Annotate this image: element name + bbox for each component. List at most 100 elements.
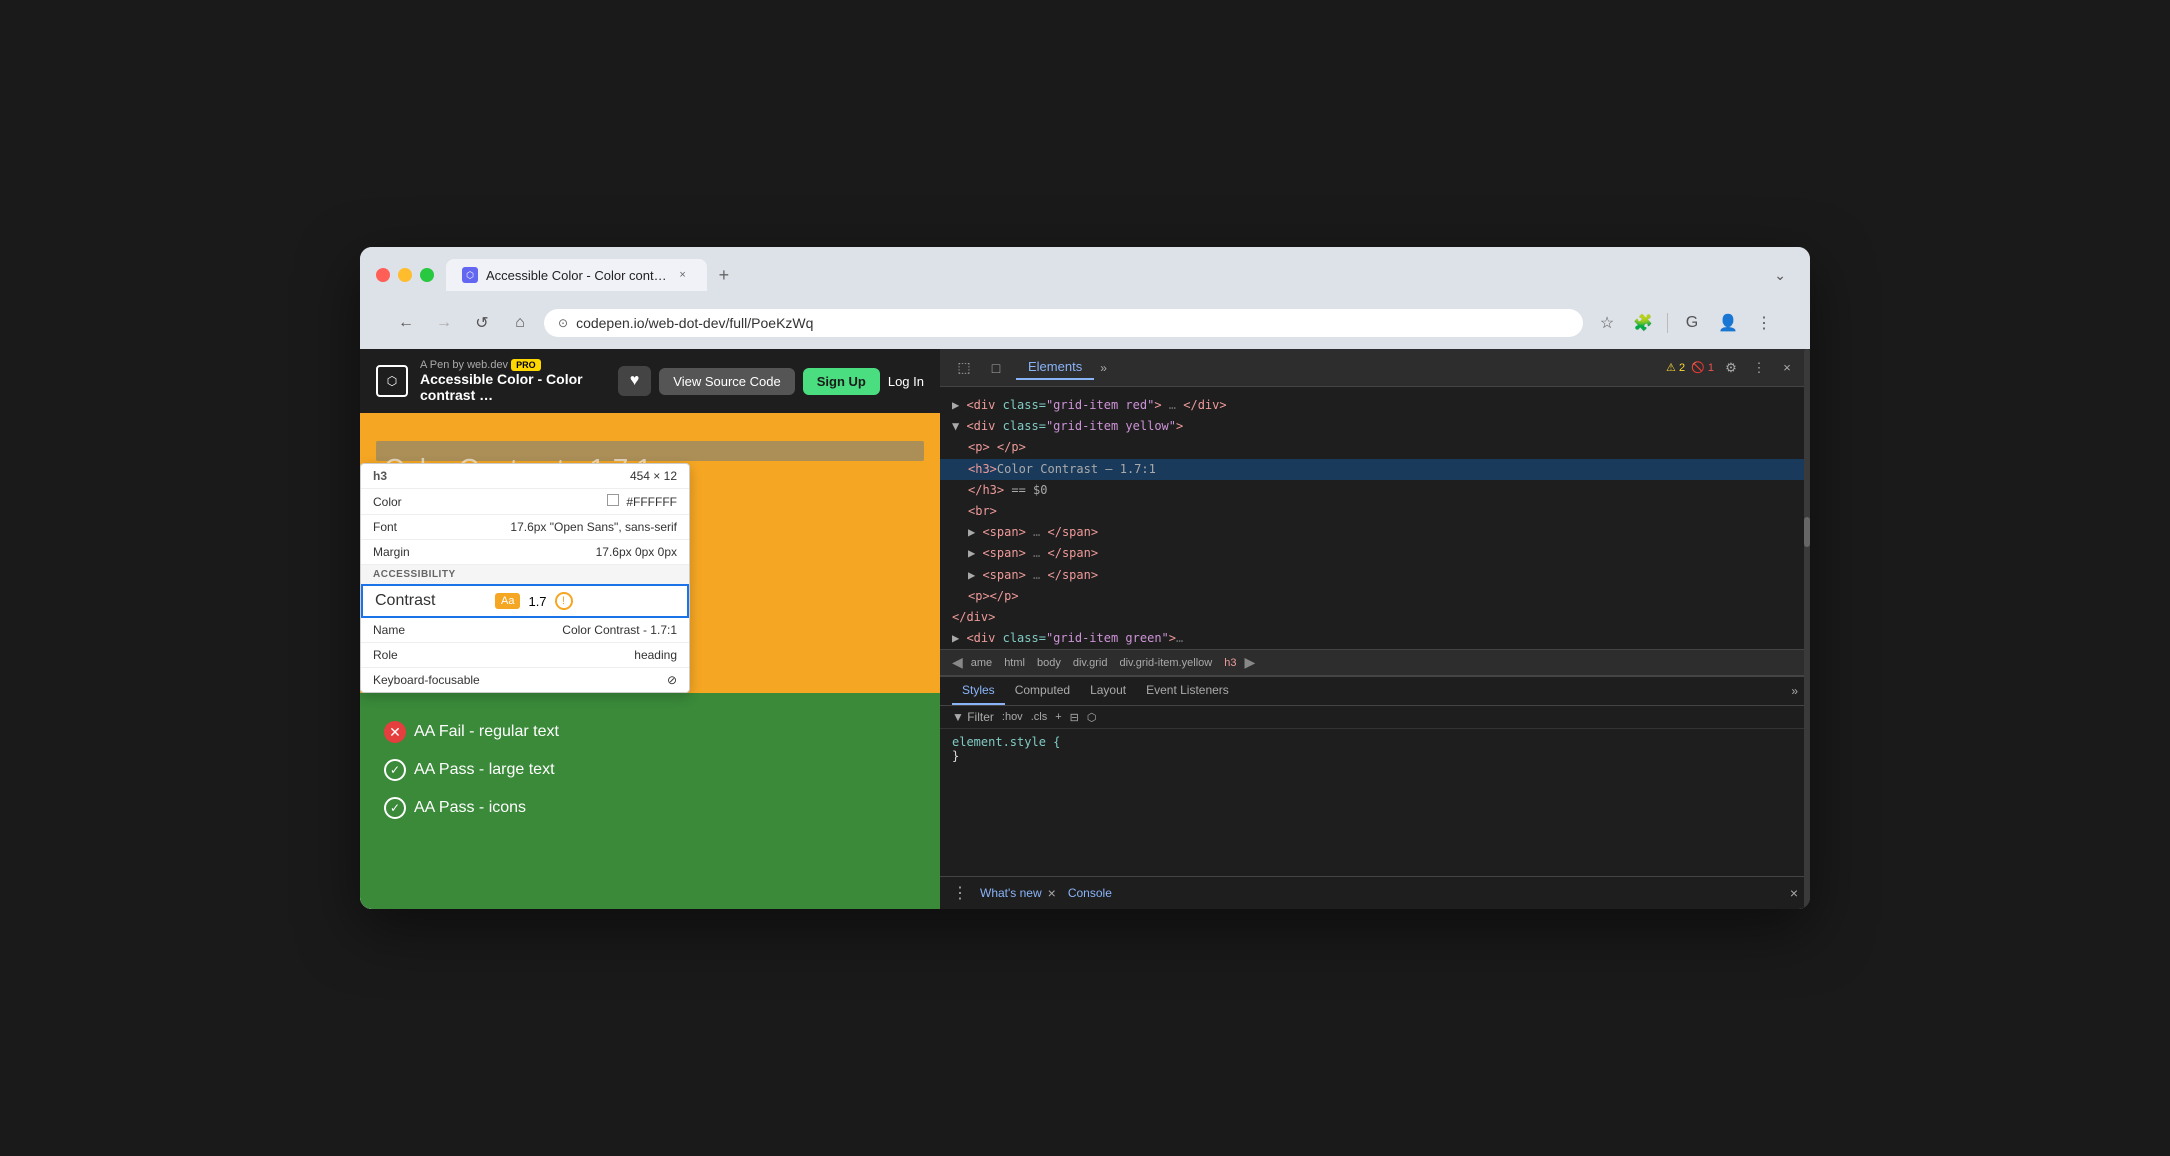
- maximize-window-button[interactable]: [420, 268, 434, 282]
- home-button[interactable]: ⌂: [506, 309, 534, 337]
- breadcrumb-div-grid[interactable]: div.grid: [1069, 656, 1112, 670]
- login-button[interactable]: Log In: [888, 374, 924, 389]
- element-style-rule: element.style {: [952, 735, 1060, 749]
- browser-menu-button[interactable]: ⋮: [1750, 309, 1778, 337]
- dom-line-10[interactable]: </div>: [940, 607, 1810, 628]
- tooltip-margin-row: Margin 17.6px 0px 0px: [361, 540, 689, 565]
- fail-item-0: ✕ AA Fail - regular text: [384, 721, 916, 743]
- styles-tab-layout[interactable]: Layout: [1080, 677, 1136, 705]
- pro-badge: PRO: [511, 359, 541, 371]
- tooltip-contrast-row: Contrast Aa 1.7 !: [361, 584, 689, 618]
- styles-panel: Styles Computed Layout Event Listeners »…: [940, 676, 1810, 876]
- back-button[interactable]: ←: [392, 309, 420, 337]
- dom-line-2[interactable]: <p> </p>: [940, 437, 1810, 458]
- tab-close-button[interactable]: ×: [675, 267, 691, 283]
- dom-line-8[interactable]: ▶ <span> … </span>: [940, 565, 1810, 586]
- elements-tab[interactable]: Elements: [1016, 355, 1094, 380]
- styles-more-tabs[interactable]: »: [1791, 684, 1798, 698]
- styles-tab-styles[interactable]: Styles: [952, 677, 1005, 705]
- fail-icon-0: ✕: [384, 721, 406, 743]
- breadcrumb-body[interactable]: body: [1033, 656, 1065, 670]
- browser-window: ⬡ Accessible Color - Color cont… × + ⌄ ←…: [360, 247, 1810, 909]
- close-window-button[interactable]: [376, 268, 390, 282]
- styles-tab-computed[interactable]: Computed: [1005, 677, 1080, 705]
- title-bar: ⬡ Accessible Color - Color cont… × + ⌄ ←…: [360, 247, 1810, 349]
- codepen-subtitle: A Pen by web.dev PRO: [420, 359, 606, 371]
- more-tabs-button[interactable]: »: [1094, 357, 1113, 379]
- pass-text-1: AA Pass - large text: [414, 761, 555, 779]
- tooltip-role-row: Role heading: [361, 643, 689, 668]
- contrast-value: 1.7: [528, 594, 546, 609]
- computed-style-icon[interactable]: ⊟: [1070, 711, 1079, 724]
- console-tab[interactable]: Console: [1068, 886, 1112, 900]
- whats-new-close[interactable]: ×: [1048, 885, 1056, 901]
- dom-tree[interactable]: ▶ <div class="grid-item red"> … </div> ▼…: [940, 387, 1810, 649]
- devtools-settings-button[interactable]: ⚙: [1720, 357, 1742, 379]
- view-source-button[interactable]: View Source Code: [659, 368, 794, 395]
- devtools-close-button[interactable]: ×: [1776, 357, 1798, 379]
- styles-tab-event-listeners[interactable]: Event Listeners: [1136, 677, 1239, 705]
- dom-line-7[interactable]: ▶ <span> … </span>: [940, 543, 1810, 564]
- tab-bar: ⬡ Accessible Color - Color cont… × +: [446, 259, 737, 291]
- breadcrumb-ame[interactable]: ame: [967, 656, 996, 670]
- hov-pseudo[interactable]: :hov: [1002, 711, 1023, 723]
- dom-line-1[interactable]: ▼ <div class="grid-item yellow">: [940, 416, 1810, 437]
- accessibility-header: ACCESSIBILITY: [361, 565, 689, 584]
- tooltip-font-value: 17.6px "Open Sans", sans-serif: [510, 520, 677, 534]
- extensions-button[interactable]: 🧩: [1629, 309, 1657, 337]
- tab-menu-button[interactable]: ⌄: [1766, 263, 1794, 288]
- add-rule[interactable]: +: [1055, 711, 1061, 723]
- signup-button[interactable]: Sign Up: [803, 368, 880, 395]
- breadcrumb-html[interactable]: html: [1000, 656, 1029, 670]
- tooltip-name-label: Name: [373, 623, 493, 637]
- reload-button[interactable]: ↺: [468, 309, 496, 337]
- tooltip-font-label: Font: [373, 520, 493, 534]
- new-tab-button[interactable]: +: [711, 261, 738, 290]
- dom-line-4[interactable]: </h3> == $0: [940, 480, 1810, 501]
- devtools-actions: ⚠ 2 🚫 1 ⚙ ⋮ ×: [1666, 357, 1798, 379]
- codepen-main-title: Accessible Color - Color contrast …: [420, 371, 606, 403]
- dom-line-11[interactable]: ▶ <div class="grid-item green">…: [940, 628, 1810, 649]
- tooltip-color-value: #FFFFFF: [607, 494, 677, 509]
- cls-pseudo[interactable]: .cls: [1031, 711, 1048, 723]
- tooltip-size: 454 × 12: [630, 469, 677, 483]
- pass-item-2: ✓ AA Pass - icons: [384, 797, 916, 819]
- layout-icon[interactable]: ⬡: [1087, 711, 1097, 724]
- minimize-window-button[interactable]: [398, 268, 412, 282]
- dom-line-0[interactable]: ▶ <div class="grid-item red"> … </div>: [940, 395, 1810, 416]
- address-bar[interactable]: ⊙ codepen.io/web-dot-dev/full/PoeKzWq: [544, 309, 1583, 337]
- nav-separator: [1667, 313, 1668, 333]
- profile-button[interactable]: 👤: [1714, 309, 1742, 337]
- devtools-scrollbar[interactable]: [1804, 349, 1810, 909]
- bottom-dots[interactable]: ⋮: [952, 883, 968, 903]
- filter-icon: ▼ Filter: [952, 710, 994, 724]
- forward-button[interactable]: →: [430, 309, 458, 337]
- breadcrumb-left-arrow[interactable]: ◀: [952, 654, 963, 671]
- content-area: ⬡ A Pen by web.dev PRO Accessible Color …: [360, 349, 1810, 909]
- dom-line-9[interactable]: <p></p>: [940, 586, 1810, 607]
- whats-new-tab[interactable]: What's new ×: [980, 885, 1056, 901]
- inspect-element-button[interactable]: ⬚: [952, 356, 976, 380]
- codepen-title-area: A Pen by web.dev PRO Accessible Color - …: [420, 359, 606, 403]
- google-button[interactable]: G: [1678, 309, 1706, 337]
- breadcrumb-div-grid-item-yellow[interactable]: div.grid-item.yellow: [1115, 656, 1216, 670]
- dom-line-3[interactable]: <h3>Color Contrast – 1.7:1: [940, 459, 1810, 480]
- devtools-more-button[interactable]: ⋮: [1748, 357, 1770, 379]
- tooltip-keyboard-row: Keyboard-focusable ⊘: [361, 668, 689, 692]
- dom-line-6[interactable]: ▶ <span> … </span>: [940, 522, 1810, 543]
- pass-item-1: ✓ AA Pass - large text: [384, 759, 916, 781]
- webpage-panel: ⬡ A Pen by web.dev PRO Accessible Color …: [360, 349, 940, 909]
- devtools-scrollbar-thumb: [1804, 517, 1810, 547]
- active-tab[interactable]: ⬡ Accessible Color - Color cont… ×: [446, 259, 707, 291]
- heart-button[interactable]: ♥: [618, 366, 652, 396]
- dom-line-5[interactable]: <br>: [940, 501, 1810, 522]
- bookmark-button[interactable]: ☆: [1593, 309, 1621, 337]
- device-toggle-button[interactable]: □: [984, 356, 1008, 380]
- tooltip-element-row: h3 454 × 12: [361, 464, 689, 489]
- tooltip-color-row: Color #FFFFFF: [361, 489, 689, 515]
- breadcrumb-right-arrow[interactable]: ▶: [1244, 654, 1255, 671]
- codepen-actions: ♥ View Source Code Sign Up Log In: [618, 366, 924, 396]
- breadcrumb-h3[interactable]: h3: [1220, 656, 1240, 670]
- devtools-toolbar: ⬚ □ Elements » ⚠ 2 🚫 1 ⚙ ⋮: [940, 349, 1810, 387]
- bottom-bar-close[interactable]: ×: [1790, 885, 1798, 901]
